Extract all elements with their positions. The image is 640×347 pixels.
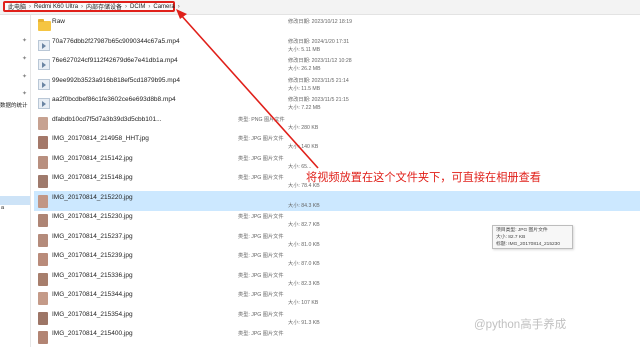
file-tooltip: 项目类型: JPG 图片文件 大小: 82.7 KB 标题: IMG_20170…	[492, 225, 573, 249]
tooltip-line: 标题: IMG_20170814_215230	[496, 242, 561, 247]
tooltip-line: 大小: 82.7 KB	[496, 235, 526, 240]
annotation-text: 将视频放置在这个文件夹下，可直接在相册查看	[306, 172, 541, 184]
tooltip-line: 项目类型: JPG 图片文件	[496, 228, 548, 233]
arrow-line	[179, 13, 319, 169]
watermark: @python高手养成	[474, 319, 567, 331]
arrow-head	[176, 9, 187, 19]
